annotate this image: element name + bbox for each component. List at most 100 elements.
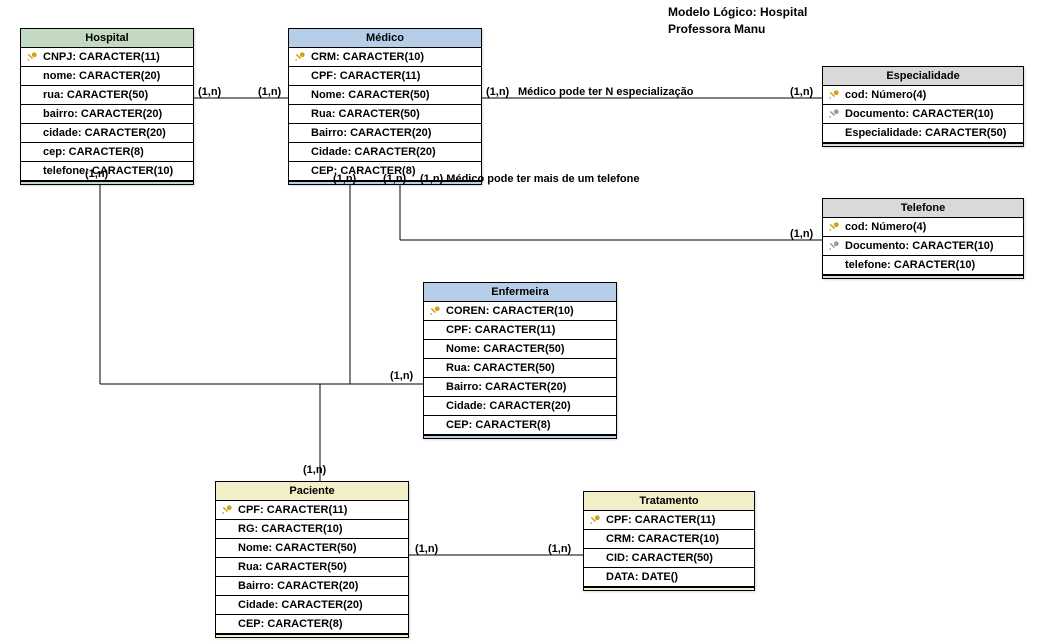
enfermeira-attr: CPF: CARACTER(11): [424, 321, 616, 340]
key-icon: [26, 51, 38, 63]
medico-attr-text: Cidade: CARACTER(20): [311, 146, 436, 158]
entity-telefone: Telefone cod: Número(4) Documento: CARAC…: [822, 198, 1024, 279]
medico-attr-text: Nome: CARACTER(50): [311, 89, 430, 101]
key-icon: [429, 305, 441, 317]
card-med-down-a: (1,n): [333, 173, 356, 185]
tratamento-attr-text: CPF: CARACTER(11): [606, 514, 715, 526]
tratamento-attr-text: CID: CARACTER(50): [606, 552, 713, 564]
key-icon: [221, 504, 233, 516]
key-icon: [828, 108, 840, 120]
tratamento-attr: CID: CARACTER(50): [584, 549, 754, 568]
key-slot: [428, 305, 442, 317]
key-icon: [828, 89, 840, 101]
tratamento-attr: CRM: CARACTER(10): [584, 530, 754, 549]
label-med-tel-top: (1,n) Médico pode ter mais de um telefon…: [420, 173, 639, 185]
enfermeira-attr-text: CPF: CARACTER(11): [446, 324, 555, 336]
enfermeira-attr-text: CEP: CARACTER(8): [446, 419, 551, 431]
entity-tratamento-footer: [584, 587, 754, 590]
telefone-attr: cod: Número(4): [823, 218, 1023, 237]
enfermeira-attr-text: Rua: CARACTER(50): [446, 362, 555, 374]
medico-attr: Bairro: CARACTER(20): [289, 124, 481, 143]
enfermeira-attr-text: COREN: CARACTER(10): [446, 305, 574, 317]
hospital-attr-text: rua: CARACTER(50): [43, 89, 148, 101]
hospital-attr: CNPJ: CARACTER(11): [21, 48, 193, 67]
tratamento-attr-text: CRM: CARACTER(10): [606, 533, 719, 545]
enfermeira-attr-text: Nome: CARACTER(50): [446, 343, 565, 355]
card-pac-trat-right: (1,n): [548, 543, 571, 555]
medico-attr: CRM: CARACTER(10): [289, 48, 481, 67]
tratamento-attr: CPF: CARACTER(11): [584, 511, 754, 530]
card-enf-left: (1,n): [390, 370, 413, 382]
hospital-attr: cep: CARACTER(8): [21, 143, 193, 162]
tratamento-attr: DATA: DATE(): [584, 568, 754, 587]
hospital-attr-text: cep: CARACTER(8): [43, 146, 144, 158]
entity-paciente-header: Paciente: [216, 482, 408, 501]
medico-attr-text: Bairro: CARACTER(20): [311, 127, 431, 139]
entity-telefone-header: Telefone: [823, 199, 1023, 218]
enfermeira-attr: COREN: CARACTER(10): [424, 302, 616, 321]
card-hosp-med-left: (1,n): [198, 86, 221, 98]
paciente-attr-text: Nome: CARACTER(50): [238, 542, 357, 554]
entity-enfermeira-footer: [424, 435, 616, 438]
key-slot: [220, 504, 234, 516]
telefone-attr: telefone: CARACTER(10): [823, 256, 1023, 275]
paciente-attr-text: Cidade: CARACTER(20): [238, 599, 363, 611]
telefone-attr: Documento: CARACTER(10): [823, 237, 1023, 256]
entity-tratamento-header: Tratamento: [584, 492, 754, 511]
medico-attr: Cidade: CARACTER(20): [289, 143, 481, 162]
paciente-attr: Nome: CARACTER(50): [216, 539, 408, 558]
card-pac-top: (1,n): [303, 464, 326, 476]
paciente-attr-text: Rua: CARACTER(50): [238, 561, 347, 573]
enfermeira-attr: Rua: CARACTER(50): [424, 359, 616, 378]
entity-hospital-footer: [21, 181, 193, 184]
key-slot: [293, 51, 307, 63]
entity-hospital: Hospital CNPJ: CARACTER(11) nome: CARACTE…: [20, 28, 194, 185]
entity-medico: Médico CRM: CARACTER(10)CPF: CARACTER(11…: [288, 28, 482, 185]
entity-paciente-footer: [216, 634, 408, 637]
enfermeira-attr: Nome: CARACTER(50): [424, 340, 616, 359]
card-hosp-med-right: (1,n): [258, 86, 281, 98]
entity-tratamento: Tratamento CPF: CARACTER(11) CRM: CARACTE…: [583, 491, 755, 591]
telefone-attr-text: telefone: CARACTER(10): [845, 259, 975, 271]
entity-paciente: Paciente CPF: CARACTER(11)RG: CARACTER(1…: [215, 481, 409, 638]
entity-especialidade-header: Especialidade: [823, 67, 1023, 86]
enfermeira-attr: Bairro: CARACTER(20): [424, 378, 616, 397]
telefone-attr-text: cod: Número(4): [845, 221, 926, 233]
paciente-attr: Rua: CARACTER(50): [216, 558, 408, 577]
card-pac-trat-left: (1,n): [415, 543, 438, 555]
paciente-attr-text: Bairro: CARACTER(20): [238, 580, 358, 592]
key-slot: [827, 240, 841, 252]
especialidade-attr: Documento: CARACTER(10): [823, 105, 1023, 124]
paciente-attr: CEP: CARACTER(8): [216, 615, 408, 634]
enfermeira-attr-text: Cidade: CARACTER(20): [446, 400, 571, 412]
entity-especialidade-footer: [823, 143, 1023, 146]
paciente-attr: Bairro: CARACTER(20): [216, 577, 408, 596]
paciente-attr: CPF: CARACTER(11): [216, 501, 408, 520]
hospital-attr: cidade: CARACTER(20): [21, 124, 193, 143]
hospital-attr: rua: CARACTER(50): [21, 86, 193, 105]
hospital-attr: bairro: CARACTER(20): [21, 105, 193, 124]
entity-hospital-header: Hospital: [21, 29, 193, 48]
paciente-attr-text: CPF: CARACTER(11): [238, 504, 347, 516]
medico-attr-text: Rua: CARACTER(50): [311, 108, 420, 120]
key-slot: [827, 89, 841, 101]
enfermeira-attr-text: Bairro: CARACTER(20): [446, 381, 566, 393]
especialidade-attr: cod: Número(4): [823, 86, 1023, 105]
key-slot: [827, 108, 841, 120]
medico-attr-text: CPF: CARACTER(11): [311, 70, 420, 82]
key-icon: [589, 514, 601, 526]
medico-attr: CPF: CARACTER(11): [289, 67, 481, 86]
especialidade-attr-text: cod: Número(4): [845, 89, 926, 101]
telefone-attr-text: Documento: CARACTER(10): [845, 240, 994, 252]
key-slot: [827, 221, 841, 233]
hospital-attr-text: bairro: CARACTER(20): [43, 108, 162, 120]
card-med-esp-left: (1,n): [486, 86, 509, 98]
title-line1: Modelo Lógico: Hospital: [668, 4, 807, 21]
hospital-attr-text: nome: CARACTER(20): [43, 70, 160, 82]
title-line2: Professora Manu: [668, 21, 807, 38]
enfermeira-attr: CEP: CARACTER(8): [424, 416, 616, 435]
entity-especialidade: Especialidade cod: Número(4) Documento: …: [822, 66, 1024, 147]
medico-attr-text: CRM: CARACTER(10): [311, 51, 424, 63]
especialidade-attr: Especialidade: CARACTER(50): [823, 124, 1023, 143]
hospital-attr: nome: CARACTER(20): [21, 67, 193, 86]
